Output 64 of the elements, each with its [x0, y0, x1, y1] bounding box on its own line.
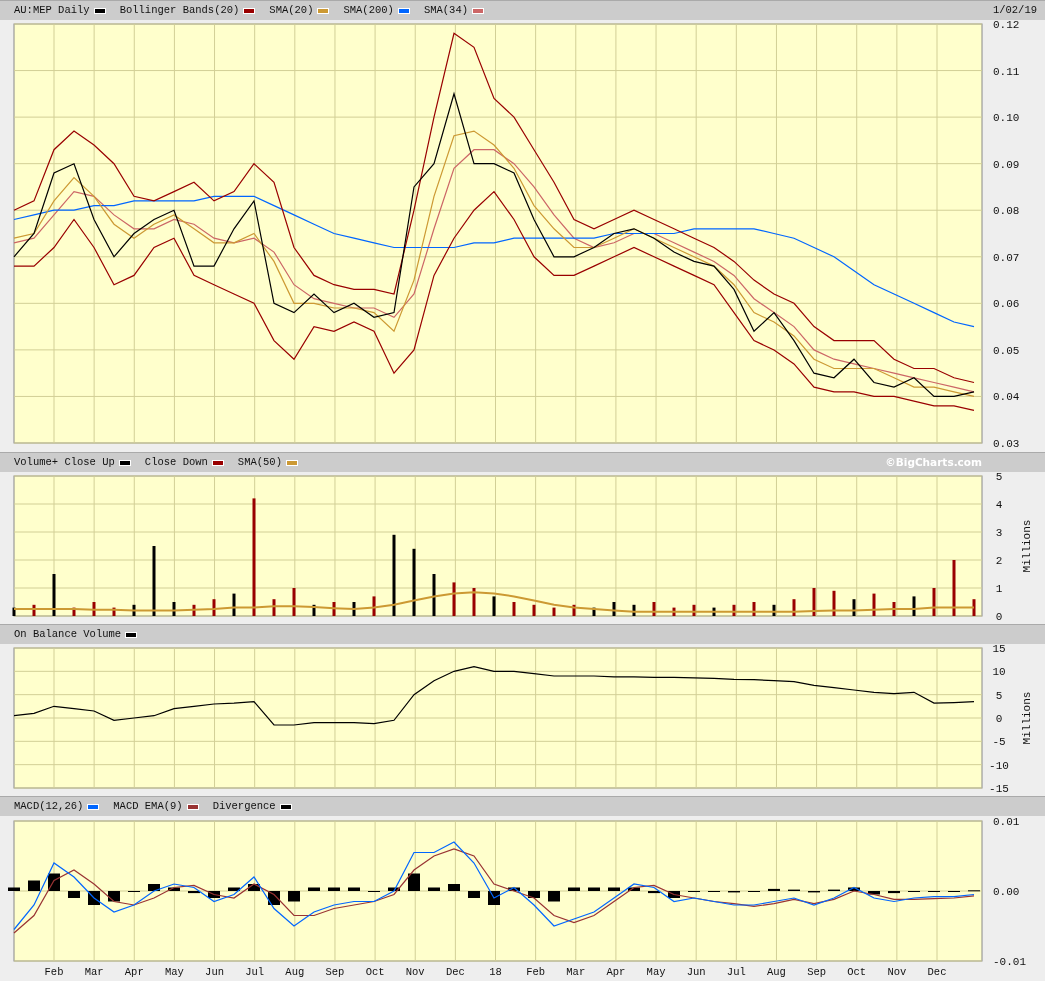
axis-tick-label: Aug: [767, 966, 786, 978]
legend-label: AU:MEP Daily: [14, 2, 90, 18]
legend-label: Bollinger Bands(20): [119, 2, 240, 18]
axis-tick-label: 0.03: [993, 438, 1020, 450]
chart-date: 1/02/19: [992, 2, 1037, 18]
axis-tick-label: Jun: [686, 966, 706, 978]
axis-title: Millions: [1021, 691, 1033, 745]
axis-tick-label: 0.05: [993, 344, 1020, 357]
axis-tick-label: Dec: [445, 966, 465, 978]
axis-title: Millions: [1021, 519, 1033, 573]
legend-label: MACD(12,26): [14, 798, 84, 814]
axis-tick-label: 5: [995, 689, 1003, 702]
axis-tick-label: 5: [995, 472, 1003, 483]
axis-tick-label: Apr: [124, 966, 144, 978]
axis-tick-label: Jul: [726, 966, 746, 978]
axis-tick-label: May: [646, 966, 666, 978]
legend-label: SMA(50): [237, 454, 282, 470]
axis-tick-label: 0: [995, 611, 1003, 623]
axis-tick-label: 3: [995, 527, 1003, 539]
axis-tick-label: 0.01: [993, 816, 1020, 828]
axis-tick-label: Apr: [606, 966, 626, 978]
axis-tick-label: 0.09: [993, 158, 1020, 171]
axis-tick-label: Oct: [847, 966, 867, 978]
axis-tick-label: 0.07: [993, 251, 1020, 264]
axis-tick-label: -15: [989, 783, 1009, 795]
axis-tick-label: Dec: [927, 966, 947, 978]
axis-tick-label: Nov: [405, 966, 425, 978]
axis-tick-label: Jun: [205, 966, 224, 978]
axis-tick-label: -5: [992, 736, 1006, 749]
axis-tick-label: Aug: [285, 966, 305, 978]
axis-tick-label: 0.11: [993, 65, 1020, 78]
legend-label: SMA(34): [423, 2, 468, 18]
axis-tick-label: 10: [992, 666, 1006, 679]
axis-tick-label: 4: [995, 499, 1003, 511]
axis-tick-label: 0.12: [993, 20, 1020, 31]
axis-tick-label: 1: [995, 583, 1003, 595]
axis-tick-label: Feb: [526, 966, 546, 978]
axis-tick-label: 0.00: [993, 886, 1020, 898]
axis-tick-label: 0: [995, 713, 1003, 725]
legend-label: SMA(20): [269, 2, 314, 18]
legend-label: MACD EMA(9): [113, 798, 183, 814]
axis-tick-label: Mar: [84, 966, 104, 978]
axis-tick-label: Sep: [325, 966, 345, 978]
axis-tick-label: May: [164, 966, 184, 978]
axis-tick-label: 0.08: [993, 205, 1020, 218]
legend-label: Divergence: [212, 798, 276, 814]
axis-tick-label: Feb: [44, 966, 64, 978]
legend-label: On Balance Volume: [14, 626, 122, 642]
legend-label: Volume+ Close Up: [14, 454, 115, 470]
legend-label: Close Down: [144, 454, 208, 470]
axis-tick-label: Mar: [566, 966, 586, 978]
legend-label: SMA(200): [343, 2, 394, 18]
axis-tick-label: -0.01: [993, 956, 1026, 968]
axis-tick-label: 15: [992, 644, 1006, 655]
axis-tick-label: Sep: [807, 966, 827, 978]
axis-tick-label: Jul: [245, 966, 265, 978]
axis-tick-label: 0.10: [993, 112, 1020, 125]
axis-tick-label: Oct: [365, 966, 385, 978]
axis-tick-label: 0.06: [993, 298, 1020, 311]
axis-tick-label: -10: [989, 759, 1009, 772]
axis-tick-label: 0.04: [993, 391, 1020, 404]
axis-tick-label: 18: [489, 966, 502, 978]
axis-tick-label: Nov: [887, 966, 907, 978]
axis-tick-label: 2: [995, 555, 1003, 567]
